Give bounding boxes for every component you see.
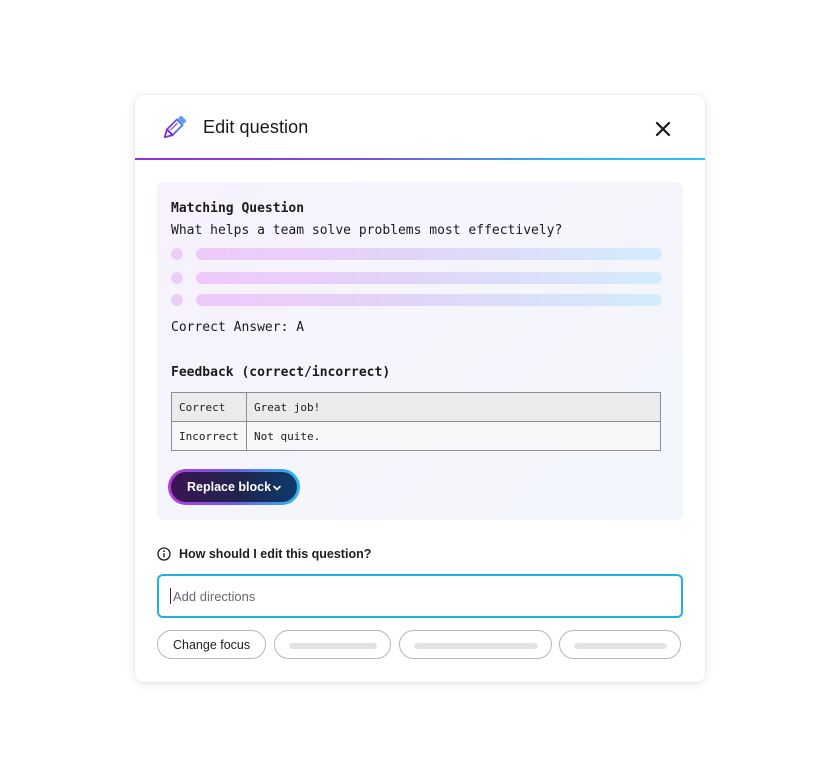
text-caret (170, 588, 171, 604)
directions-input[interactable] (157, 574, 683, 618)
pencil-icon (163, 115, 187, 139)
change-focus-chip[interactable]: Change focus (157, 630, 266, 659)
correct-answer: Correct Answer: A (171, 320, 305, 335)
table-row: Incorrect Not quite. (171, 421, 661, 451)
option-bullet (171, 272, 183, 284)
feedback-text: Great job! (246, 392, 661, 422)
feedback-label: Incorrect (171, 421, 247, 451)
question-text: What helps a team solve problems most ef… (171, 223, 563, 238)
suggestion-chip-placeholder[interactable] (559, 630, 681, 659)
option-bullet (171, 294, 183, 306)
replace-block-label: Replace block (187, 480, 272, 494)
answer-option-placeholder (171, 294, 663, 306)
dialog-header: Edit question (135, 95, 705, 159)
chip-skeleton (574, 643, 667, 649)
feedback-heading: Feedback (correct/incorrect) (171, 365, 391, 380)
feedback-table: Correct Great job! Incorrect Not quite. (171, 392, 661, 451)
suggestion-chip-placeholder[interactable] (274, 630, 391, 659)
chip-skeleton (414, 643, 538, 649)
chevron-down-icon (273, 485, 281, 491)
question-preview: Matching Question What helps a team solv… (157, 182, 683, 520)
option-skeleton (196, 272, 662, 284)
answer-option-placeholder (171, 248, 663, 260)
option-skeleton (196, 294, 662, 306)
answer-option-placeholder (171, 272, 663, 284)
option-bullet (171, 248, 183, 260)
option-skeleton (196, 248, 662, 260)
feedback-text: Not quite. (246, 421, 661, 451)
chip-skeleton (289, 643, 377, 649)
chip-label: Change focus (173, 638, 251, 652)
suggestion-chip-placeholder[interactable] (399, 630, 552, 659)
dialog-title: Edit question (203, 117, 309, 137)
replace-block-button[interactable]: Replace block (169, 470, 299, 504)
close-icon[interactable] (651, 117, 675, 141)
info-icon (157, 547, 171, 561)
table-row: Correct Great job! (171, 392, 661, 422)
header-divider (135, 158, 705, 160)
question-type: Matching Question (171, 201, 305, 216)
edit-question-dialog: Edit question Matching Question What hel… (135, 95, 705, 682)
edit-prompt-label: How should I edit this question? (179, 547, 372, 561)
feedback-label: Correct (171, 392, 247, 422)
